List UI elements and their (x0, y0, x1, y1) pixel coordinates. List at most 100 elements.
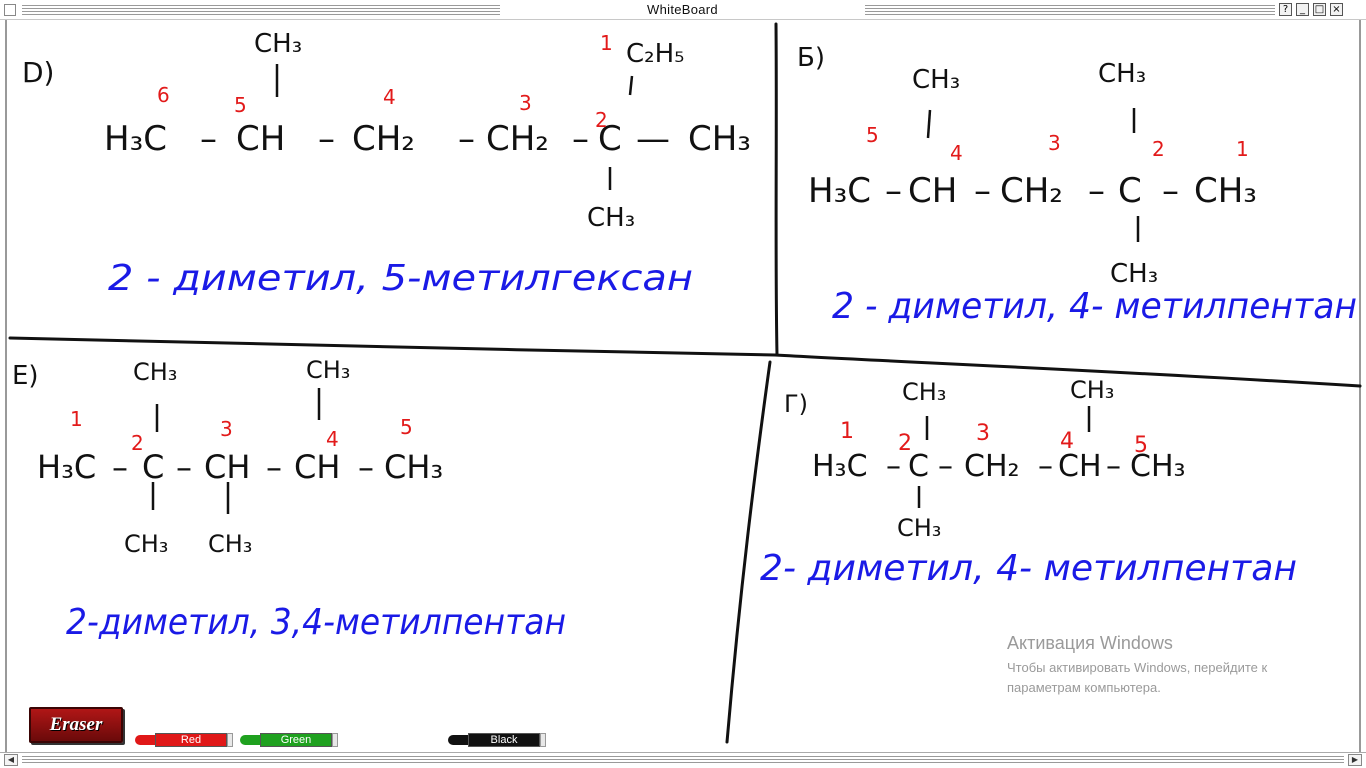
green-marker-button[interactable]: Green (240, 733, 340, 747)
svg-text:CH₃: CH₃ (1110, 259, 1158, 289)
svg-text:–: – (1106, 449, 1121, 484)
svg-text:1: 1 (70, 407, 83, 431)
svg-text:–: – (885, 171, 902, 211)
svg-text:CH₃: CH₃ (306, 356, 350, 384)
activation-text: Чтобы активировать Windows, перейдите к … (1007, 660, 1268, 695)
activation-title: Активация Windows (1007, 633, 1173, 653)
svg-text:1: 1 (840, 419, 854, 444)
svg-text:4: 4 (383, 85, 396, 109)
svg-text:2: 2 (898, 431, 912, 456)
svg-text:CH₃: CH₃ (1098, 59, 1146, 89)
svg-text:–: – (1038, 449, 1053, 484)
compound-name: 2 - диметил, 4- метилпентан (832, 286, 1357, 327)
svg-text:CH₃: CH₃ (902, 378, 946, 406)
formula-main: H₃C – CH – CH₂ – CH₂ – C — CH₃ (104, 119, 751, 159)
marker-label: Red (155, 733, 227, 747)
svg-text:6: 6 (157, 83, 170, 107)
problem-d: D) H₃C – CH – CH₂ – CH₂ – C — CH₃ CH₃ C₂… (22, 29, 751, 299)
problem-b: Б) H₃C – CH – CH₂ – C – CH₃ CH₃ CH₃ CH₃ … (797, 43, 1357, 327)
svg-text:4: 4 (950, 141, 963, 165)
bond: – (200, 119, 217, 159)
svg-text:CH: CH (908, 171, 957, 211)
svg-text:5: 5 (1134, 433, 1148, 458)
marker-tail (227, 733, 233, 747)
svg-text:–: – (1088, 171, 1105, 211)
svg-text:CH: CH (1058, 449, 1102, 484)
horizontal-scrollbar[interactable]: ◀ ▶ (0, 752, 1366, 768)
svg-text:2: 2 (1152, 137, 1165, 161)
eraser-label: Eraser (49, 714, 103, 735)
svg-text:CH₃: CH₃ (912, 65, 960, 95)
scroll-right-icon[interactable]: ▶ (1348, 754, 1362, 766)
bond: – (318, 119, 335, 159)
eraser-button[interactable]: Eraser (29, 707, 123, 743)
svg-text:CH: CH (294, 448, 340, 486)
svg-text:CH₂: CH₂ (1000, 171, 1063, 211)
svg-text:–: – (1162, 171, 1179, 211)
bond: – (458, 119, 475, 159)
svg-text:4: 4 (326, 427, 339, 451)
problem-label: D) (22, 56, 54, 89)
svg-text:3: 3 (519, 91, 532, 115)
svg-text:CH: CH (204, 448, 250, 486)
svg-text:5: 5 (234, 93, 247, 117)
svg-text:CH₃: CH₃ (133, 358, 177, 386)
svg-text:3: 3 (1048, 131, 1061, 155)
marker-label: Black (468, 733, 540, 747)
scroll-left-icon[interactable]: ◀ (4, 754, 18, 766)
carbon-numbers: 6 5 4 3 2 1 (157, 31, 613, 132)
svg-text:CH₃: CH₃ (897, 514, 941, 542)
compound-name: 2-диметил, 3,4-метилпентан (66, 602, 566, 643)
substituent-top: C₂H₅ (626, 39, 685, 69)
svg-text:H₃C: H₃C (37, 448, 96, 486)
marker-label: Green (260, 733, 332, 747)
substituent-bottom: CH₃ (587, 203, 635, 233)
svg-text:–: – (266, 448, 282, 486)
marker-tail (332, 733, 338, 747)
atom: CH (236, 119, 285, 159)
svg-text:CH₃: CH₃ (124, 530, 168, 558)
svg-text:2: 2 (595, 108, 608, 132)
divider-vertical-top (774, 22, 779, 357)
problem-label: Г) (784, 390, 808, 418)
atom: H₃C (104, 119, 167, 159)
svg-text:–: – (938, 449, 953, 484)
bond: – (572, 119, 589, 159)
scroll-track[interactable] (22, 756, 1344, 764)
svg-text:C: C (142, 448, 164, 486)
problem-label: Б) (797, 43, 825, 73)
atom: CH₃ (688, 119, 751, 159)
svg-text:5: 5 (400, 415, 413, 439)
formula-main: H₃C – C – CH₂ – CH – CH₃ (812, 449, 1186, 484)
svg-text:CH₃: CH₃ (208, 530, 252, 558)
bond: — (636, 119, 670, 159)
svg-text:2: 2 (131, 431, 144, 455)
problem-label: Е) (12, 361, 39, 391)
atom: CH₂ (352, 119, 415, 159)
red-marker-button[interactable]: Red (135, 733, 235, 747)
svg-text:1: 1 (600, 31, 613, 55)
carbon-numbers: 5 4 3 2 1 (866, 123, 1249, 165)
svg-text:C: C (1118, 171, 1142, 211)
formula-main: H₃C – CH – CH₂ – C – CH₃ (808, 171, 1257, 211)
svg-text:3: 3 (976, 421, 990, 446)
divider-horizontal (8, 336, 1362, 388)
formula-main: H₃C – C – CH – CH – CH₃ (37, 448, 443, 486)
compound-name: 2- диметил, 4- метилпентан (760, 548, 1297, 589)
svg-text:1: 1 (1236, 137, 1249, 161)
svg-text:–: – (176, 448, 192, 486)
activation-watermark: Активация Windows Чтобы активировать Win… (1007, 633, 1337, 698)
svg-text:CH₃: CH₃ (1070, 376, 1114, 404)
svg-text:–: – (974, 171, 991, 211)
svg-text:5: 5 (866, 123, 879, 147)
svg-text:CH₂: CH₂ (964, 449, 1020, 484)
problem-g: Г) H₃C – C – CH₂ – CH – CH₃ CH₃ CH₃ CH₃ … (760, 376, 1297, 589)
svg-text:CH₃: CH₃ (1194, 171, 1257, 211)
svg-text:4: 4 (1060, 429, 1074, 454)
svg-text:3: 3 (220, 417, 233, 441)
marker-tail (540, 733, 546, 747)
substituent-top: CH₃ (254, 29, 302, 59)
svg-text:CH₃: CH₃ (384, 448, 443, 486)
problem-e: Е) H₃C – C – CH – CH – CH₃ CH₃ CH₃ CH₃ C… (12, 356, 566, 643)
black-marker-button[interactable]: Black (448, 733, 548, 747)
